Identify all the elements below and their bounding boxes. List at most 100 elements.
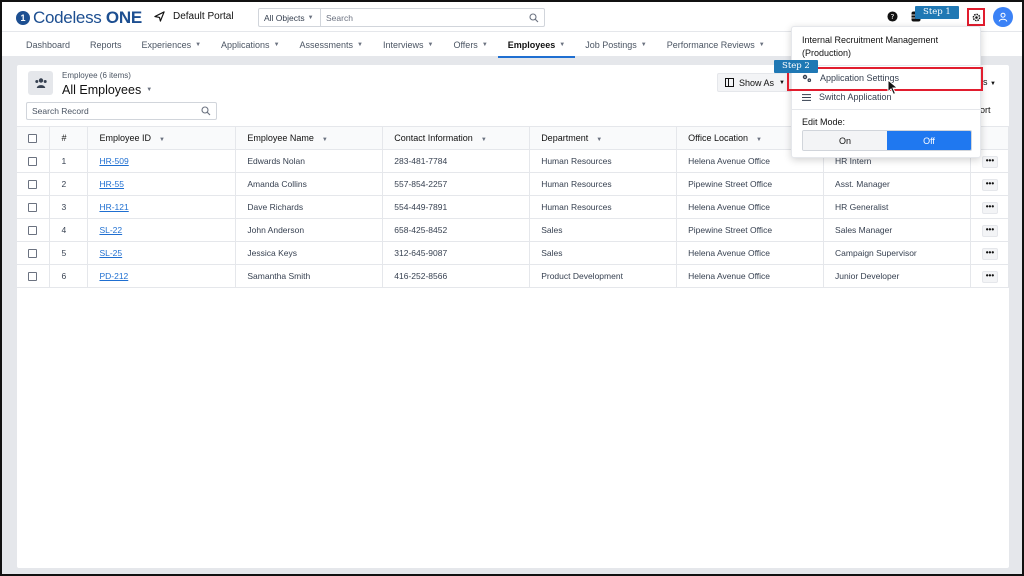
caret-down-icon: ▼	[559, 41, 566, 48]
tab-employees[interactable]: Employees ▼	[497, 32, 576, 58]
employee-name: Amanda Collins	[235, 172, 384, 196]
sort-caret-icon: ▼	[480, 137, 487, 143]
caret-down-icon: ▼	[640, 41, 647, 48]
edit-mode-off-button[interactable]: Off	[887, 131, 971, 150]
column-header-index: #	[49, 126, 89, 150]
row-more-button[interactable]: •••	[981, 155, 998, 168]
row-index: 2	[49, 172, 89, 196]
logo[interactable]: 1 Codeless ONE	[16, 8, 142, 28]
table-row: 2 HR-55 Amanda Collins 557-854-2257 Huma…	[17, 172, 1010, 196]
tab-performance-reviews[interactable]: Performance Reviews ▼	[657, 32, 775, 57]
row-more-button[interactable]: •••	[981, 178, 998, 191]
divider	[792, 109, 982, 110]
row-checkbox[interactable]	[28, 272, 37, 282]
employee-id-link[interactable]: HR-509	[99, 156, 128, 166]
contact-info: 416-252-8566	[382, 264, 531, 288]
user-icon	[998, 12, 1008, 22]
user-avatar[interactable]	[993, 7, 1013, 27]
job-title: Asst. Manager	[823, 172, 971, 196]
view-selector[interactable]: All Employees ▼	[62, 83, 152, 97]
contact-info: 557-854-2257	[382, 172, 531, 196]
department: Sales	[529, 218, 678, 242]
search-icon[interactable]	[524, 9, 544, 26]
office-location: Helena Avenue Office	[676, 241, 825, 265]
sort-caret-icon: ▼	[158, 137, 165, 143]
select-all-checkbox[interactable]	[28, 134, 37, 144]
department: Sales	[529, 241, 678, 265]
caret-down-icon: ▼	[146, 87, 153, 93]
tab-job-postings[interactable]: Job Postings ▼	[575, 32, 656, 57]
edit-mode-on-button[interactable]: On	[803, 131, 887, 150]
table-row: 5 SL-25 Jessica Keys 312-645-9087 Sales …	[17, 241, 1010, 265]
tab-experiences[interactable]: Experiences ▼	[132, 32, 211, 57]
office-location: Pipewine Street Office	[676, 172, 825, 196]
employee-name: Jessica Keys	[235, 241, 384, 265]
caret-down-icon: ▼	[357, 41, 363, 48]
row-checkbox[interactable]	[28, 249, 37, 259]
column-header-contact[interactable]: Contact Information ▼	[382, 126, 531, 150]
record-count: Employee (6 items)	[62, 71, 131, 80]
row-more-button[interactable]: •••	[981, 201, 998, 214]
row-checkbox[interactable]	[28, 203, 37, 213]
portal-label: Default Portal	[173, 11, 234, 22]
caret-down-icon: ▼	[195, 41, 202, 48]
portal-switcher[interactable]: Default Portal	[154, 11, 234, 22]
row-index: 1	[49, 149, 89, 173]
current-app-name: Internal Recruitment Management (Product…	[802, 35, 939, 58]
table-row: 3 HR-121 Dave Richards 554-449-7891 Huma…	[17, 195, 1010, 219]
tab-reports[interactable]: Reports	[80, 32, 132, 57]
tab-applications[interactable]: Applications ▼	[211, 32, 289, 57]
employee-id-link[interactable]: PD-212	[99, 271, 128, 281]
row-more-button[interactable]: •••	[981, 224, 998, 237]
employee-name: John Anderson	[235, 218, 384, 242]
employee-id-link[interactable]: SL-22	[99, 225, 122, 235]
switch-application-menu-item[interactable]: Switch Application	[802, 90, 892, 104]
caret-down-icon: ▼	[273, 41, 280, 48]
show-as-button[interactable]: Show As ▼	[717, 73, 793, 92]
tab-offers[interactable]: Offers ▼	[443, 32, 497, 57]
select-all-cell	[17, 126, 51, 150]
department: Human Resources	[529, 172, 678, 196]
gear-icon	[972, 13, 980, 21]
caret-down-icon: ▼	[427, 41, 434, 48]
contact-info: 554-449-7891	[382, 195, 531, 219]
row-checkbox[interactable]	[28, 157, 37, 167]
settings-dropdown: Internal Recruitment Management (Product…	[791, 26, 982, 158]
department: Human Resources	[529, 195, 678, 219]
tab-dashboard[interactable]: Dashboard	[16, 32, 80, 57]
employee-name: Edwards Nolan	[235, 149, 384, 173]
contact-info: 312-645-9087	[382, 241, 531, 265]
record-search	[26, 102, 217, 120]
column-header-employee-id[interactable]: Employee ID ▼	[87, 126, 237, 150]
row-index: 6	[49, 264, 89, 288]
office-location: Helena Avenue Office	[676, 195, 825, 219]
row-checkbox[interactable]	[28, 180, 37, 190]
row-index: 5	[49, 241, 89, 265]
row-checkbox[interactable]	[28, 226, 37, 236]
job-title: Junior Developer	[823, 264, 971, 288]
tab-interviews[interactable]: Interviews ▼	[373, 32, 443, 57]
employee-id-link[interactable]: HR-55	[99, 179, 124, 189]
contact-info: 283-481-7784	[382, 149, 531, 173]
employee-id-link[interactable]: SL-25	[99, 248, 122, 258]
settings-gear-button[interactable]	[967, 8, 985, 26]
help-icon[interactable]: ?	[886, 10, 899, 23]
employee-id-link[interactable]: HR-121	[99, 202, 128, 212]
employee-name: Samantha Smith	[235, 264, 384, 288]
tab-assessments[interactable]: Assessments ▼	[290, 32, 373, 57]
search-icon[interactable]	[201, 106, 211, 116]
row-index: 3	[49, 195, 89, 219]
record-search-input[interactable]	[27, 106, 201, 116]
column-header-department[interactable]: Department ▼	[529, 126, 678, 150]
employees-icon	[28, 71, 53, 95]
contact-info: 658-425-8452	[382, 218, 531, 242]
department: Human Resources	[529, 149, 678, 173]
row-more-button[interactable]: •••	[981, 270, 998, 283]
search-input[interactable]	[321, 9, 524, 26]
sort-caret-icon: ▼	[596, 137, 603, 143]
search-scope-select[interactable]: All Objects ▼	[259, 9, 321, 26]
column-header-employee-name[interactable]: Employee Name ▼	[235, 126, 384, 150]
row-more-button[interactable]: •••	[981, 247, 998, 260]
divider	[792, 65, 982, 66]
actions-button-partial[interactable]: s ▼	[983, 77, 996, 87]
